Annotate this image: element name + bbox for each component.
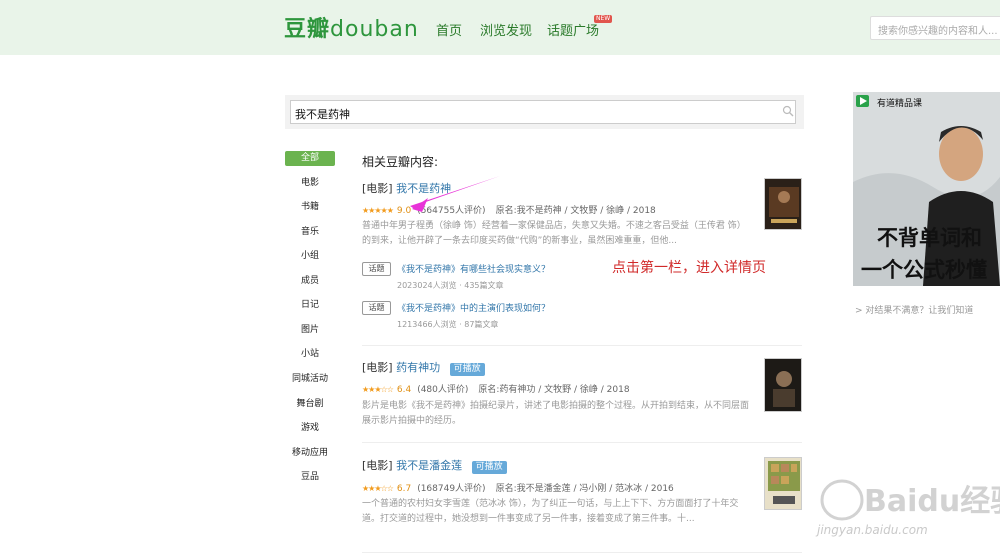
category-drama[interactable]: 舞台剧 xyxy=(285,397,335,412)
ad-headline-1: 不背单词和 xyxy=(877,226,982,250)
result-description: 一个普通的农村妇女李雪莲（范冰冰 饰），为了纠正一句话，与上上下下、方方面面打了… xyxy=(362,499,739,524)
topic-meta: 2023024人浏览 · 435篇文章 xyxy=(397,281,504,290)
category-goods[interactable]: 豆品 xyxy=(285,470,335,485)
category-group[interactable]: 小组 xyxy=(285,249,335,264)
result-title-row: [电影] 我不是潘金莲 可播放 xyxy=(362,457,507,474)
result-info: 原名:我不是药神 / 文牧野 / 徐峥 / 2018 xyxy=(495,206,656,216)
new-badge: NEW xyxy=(594,15,613,23)
category-book[interactable]: 书籍 xyxy=(285,200,335,215)
result-info: 原名:药有神功 / 文牧野 / 徐峥 / 2018 xyxy=(478,385,630,395)
annotation-text: 点击第一栏，进入详情页 xyxy=(612,260,766,276)
playable-badge[interactable]: 可播放 xyxy=(471,461,507,474)
result-title-link[interactable]: 药有神功 xyxy=(396,361,440,374)
result-info: 原名:我不是潘金莲 / 冯小刚 / 范冰冰 / 2016 xyxy=(495,484,674,494)
topic-link[interactable]: 《我不是药神》有哪些社会现实意义？ xyxy=(397,262,550,275)
rating-stars: ★★★☆☆ xyxy=(362,484,394,493)
divider xyxy=(362,345,802,346)
search-bar: 我不是药神 xyxy=(285,95,804,129)
category-movie[interactable]: 电影 xyxy=(285,176,335,191)
category-event[interactable]: 同城活动 xyxy=(285,372,335,387)
nav-topics[interactable]: 话题广场 xyxy=(547,20,599,39)
search-input[interactable]: 我不是药神 xyxy=(290,100,796,124)
section-title: 相关豆瓣内容: xyxy=(362,155,439,169)
result-type: [电影] xyxy=(362,361,393,374)
rating-stars: ★★★☆☆ xyxy=(362,385,394,394)
rating-votes: (168749人评价) xyxy=(417,484,486,494)
watermark-url: jingyan.baidu.com xyxy=(817,523,928,537)
result-type: [电影] xyxy=(362,182,393,195)
douban-logo[interactable]: 豆瓣douban xyxy=(284,11,419,43)
search-icon[interactable] xyxy=(782,105,794,117)
rating-stars: ★★★★★ xyxy=(362,206,394,215)
ad-headline-2: 一个公式秒懂 xyxy=(861,258,987,282)
category-member[interactable]: 成员 xyxy=(285,274,335,289)
ad-brand: 有道精品课 xyxy=(877,99,923,109)
result-meta: ★★★☆☆ 6.4 (480人评价) 原名:药有神功 / 文牧野 / 徐峥 / 201… xyxy=(362,382,630,395)
result-meta: ★★★☆☆ 6.7 (168749人评价) 原名:我不是潘金莲 / 冯小刚 / 范冰冰… xyxy=(362,481,674,494)
logo-latin: douban xyxy=(330,17,419,42)
poster-image[interactable] xyxy=(764,178,802,230)
ad-banner[interactable]: 有道精品课 不背单词和 一个公式秒懂 xyxy=(853,92,1000,286)
result-description: 普通中年男子程勇（徐峥 饰）经营着一家保健品店，失意又失婚。不速之客吕受益（王传… xyxy=(362,221,746,246)
playable-badge[interactable]: 可播放 xyxy=(449,363,485,376)
watermark-text: Baidu经验 xyxy=(864,484,1000,519)
divider xyxy=(362,442,802,443)
divider xyxy=(362,552,802,553)
topic-tag: 话题 xyxy=(362,262,391,276)
logo-cn: 豆瓣 xyxy=(284,17,331,42)
category-game[interactable]: 游戏 xyxy=(285,421,335,436)
rating-score: 6.7 xyxy=(396,484,412,494)
arrow-annotation-icon xyxy=(410,176,500,212)
rating-score: 6.4 xyxy=(396,385,412,395)
baidu-watermark: Baidu经验 xyxy=(820,475,1000,528)
rating-votes: (480人评价) xyxy=(417,385,469,395)
nav-home[interactable]: 首页 xyxy=(436,20,462,39)
result-type: [电影] xyxy=(362,459,393,472)
result-description: 影片是电影《我不是药神》拍摄纪录片，讲述了电影拍摄的整个过程。从开拍到结束，从不… xyxy=(362,401,750,426)
result-title-row: [电影] 药有神功 可播放 xyxy=(362,359,485,376)
category-music[interactable]: 音乐 xyxy=(285,225,335,240)
feedback-link[interactable]: > 对结果不满意？让我们知道 xyxy=(855,303,973,316)
play-triangle-icon xyxy=(860,97,867,105)
nav-explore[interactable]: 浏览发现 xyxy=(480,20,532,39)
category-diary[interactable]: 日记 xyxy=(285,298,335,313)
topic-link[interactable]: 《我不是药神》中的主演们表现如何？ xyxy=(397,301,550,314)
global-search-input[interactable]: 搜索你感兴趣的内容和人... xyxy=(870,16,1000,40)
result-title-link[interactable]: 我不是潘金莲 xyxy=(396,459,462,472)
poster-image[interactable] xyxy=(764,358,802,412)
poster-image[interactable] xyxy=(764,457,802,510)
topic-tag: 话题 xyxy=(362,301,391,315)
category-app[interactable]: 移动应用 xyxy=(285,446,335,461)
category-all[interactable]: 全部 xyxy=(285,151,335,166)
topic-meta: 1213466人浏览 · 87篇文章 xyxy=(397,320,499,329)
category-site[interactable]: 小站 xyxy=(285,347,335,362)
category-photo[interactable]: 图片 xyxy=(285,323,335,338)
